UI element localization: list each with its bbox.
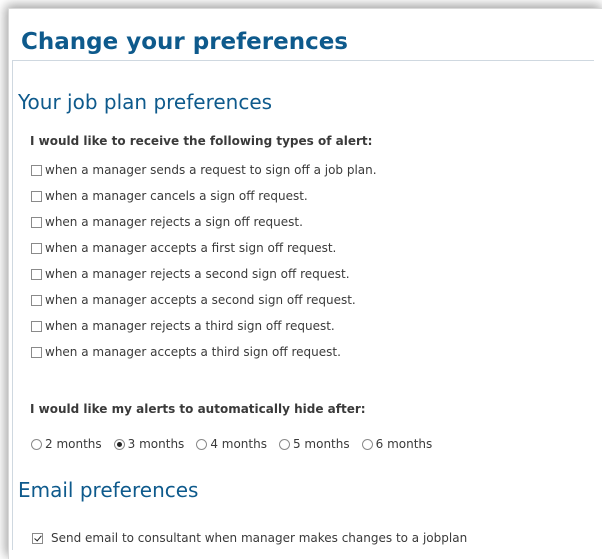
hide-after-prompt: I would like my alerts to automatically … xyxy=(30,402,366,416)
radio-label: 5 months xyxy=(292,437,350,451)
checkbox[interactable] xyxy=(31,164,42,176)
hide-after-radio-group: 2 months 3 months 4 months 5 months 6 mo… xyxy=(31,436,444,452)
radio-button[interactable] xyxy=(361,438,373,450)
alert-option-rejects-second[interactable]: when a manager rejects a second sign off… xyxy=(31,266,350,282)
radio-option-4-months[interactable]: 4 months xyxy=(196,437,267,451)
radio-label: 6 months xyxy=(375,437,433,451)
radio-label: 3 months xyxy=(127,437,185,451)
alert-option-rejects-third[interactable]: when a manager rejects a third sign off … xyxy=(31,318,335,334)
checkbox-label: when a manager accepts a second sign off… xyxy=(45,293,356,307)
radio-button[interactable] xyxy=(113,438,125,450)
checkbox[interactable] xyxy=(31,294,42,306)
radio-option-6-months[interactable]: 6 months xyxy=(361,437,433,451)
alert-option-accepts-third[interactable]: when a manager accepts a third sign off … xyxy=(31,344,341,360)
alert-prompt: I would like to receive the following ty… xyxy=(30,134,373,148)
checkbox[interactable] xyxy=(31,190,42,202)
checkbox-label: when a manager rejects a sign off reques… xyxy=(45,215,303,229)
checkbox[interactable] xyxy=(31,242,42,254)
radio-option-2-months[interactable]: 2 months xyxy=(31,437,102,451)
checkbox-label: when a manager accepts a third sign off … xyxy=(45,345,341,359)
alert-option-accepts-first[interactable]: when a manager accepts a first sign off … xyxy=(31,240,336,256)
checkbox[interactable] xyxy=(31,320,42,332)
checkbox[interactable] xyxy=(32,532,43,544)
radio-option-5-months[interactable]: 5 months xyxy=(278,437,350,451)
checkbox-label: when a manager rejects a third sign off … xyxy=(45,319,335,333)
send-email-option[interactable]: Send email to consultant when manager ma… xyxy=(32,530,467,546)
alert-option-rejects-request[interactable]: when a manager rejects a sign off reques… xyxy=(31,214,303,230)
radio-label: 2 months xyxy=(45,437,102,451)
alert-option-request-sign-off[interactable]: when a manager sends a request to sign o… xyxy=(31,162,377,178)
alert-option-accepts-second[interactable]: when a manager accepts a second sign off… xyxy=(31,292,356,308)
radio-button[interactable] xyxy=(278,438,290,450)
page-title: Change your preferences xyxy=(21,29,348,55)
radio-button[interactable] xyxy=(196,438,208,450)
alert-option-cancels-request[interactable]: when a manager cancels a sign off reques… xyxy=(31,188,308,204)
checkbox-label: when a manager rejects a second sign off… xyxy=(45,267,350,281)
checkbox[interactable] xyxy=(31,346,42,358)
radio-label: 4 months xyxy=(210,437,267,451)
email-preferences-heading: Email preferences xyxy=(18,478,199,502)
checkbox[interactable] xyxy=(31,216,42,228)
job-plan-heading: Your job plan preferences xyxy=(18,90,273,114)
checkbox-label: Send email to consultant when manager ma… xyxy=(51,531,468,545)
checkbox[interactable] xyxy=(31,268,42,280)
radio-option-3-months[interactable]: 3 months xyxy=(113,437,185,451)
checkbox-label: when a manager sends a request to sign o… xyxy=(45,163,377,177)
radio-button[interactable] xyxy=(31,438,42,450)
checkbox-label: when a manager cancels a sign off reques… xyxy=(45,189,308,203)
checkbox-label: when a manager accepts a first sign off … xyxy=(45,241,337,255)
